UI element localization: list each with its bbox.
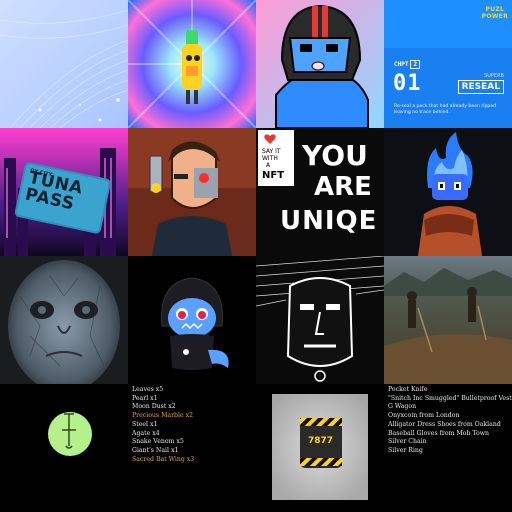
puzl-logo-bottom: POWER <box>481 13 508 20</box>
nft-gallery-grid: PUZL POWER CHPT 2 01 SUPERB RESEAL Re-sea… <box>0 0 512 512</box>
ingredient-item: Steel x1 <box>132 420 158 428</box>
loot-item: Silver Ring <box>388 446 423 454</box>
ingredient-item: Pearl x1 <box>132 394 158 402</box>
nft-tile-helmeted-blue-creature[interactable] <box>256 0 384 128</box>
puzl-rarity: SUPERB <box>484 73 504 79</box>
hazard-box-label: 7877 <box>308 436 334 446</box>
blue-flame-creature-image <box>384 128 512 256</box>
loot-item: "Snitch Inc Smuggled" Bulletproof Vest f… <box>388 394 512 402</box>
hazard-box-image <box>256 384 384 512</box>
nft-tile-sketch-face[interactable] <box>256 256 384 384</box>
ingredient-item: Leaves x5 <box>132 386 164 393</box>
ingredient-item: Precious Marble x2 <box>132 412 194 420</box>
loot-item: Silver Chain <box>388 438 427 446</box>
puzl-chapter: CHPT 2 <box>394 60 421 69</box>
say-it-a: A <box>266 162 271 169</box>
puzl-card-name: RESEAL <box>457 80 504 94</box>
cyborg-gunman-image <box>128 128 256 256</box>
nft-tile-tuna-pass[interactable]: OX CITY TUNA PASS <box>0 128 128 256</box>
say-it-nft: NFT <box>262 170 285 181</box>
ingredient-item: Sacred Bat Wing x3 <box>132 455 195 463</box>
unique-line-unique: UNIQE <box>280 206 378 236</box>
unique-line-you: YOU <box>302 139 368 172</box>
loot-item: Baseball Gloves from Mob Town <box>388 429 490 437</box>
cracked-face-image <box>0 256 128 384</box>
loot-item: Alligator Dress Shoes from Oakland <box>388 420 501 428</box>
nft-tile-loot-list[interactable]: Pocket Knife "Snitch Inc Smuggled" Bullet… <box>384 384 512 512</box>
nft-tile-cyborg-gunman[interactable] <box>128 128 256 256</box>
green-glyph-image <box>0 384 128 512</box>
ingredient-list: Leaves x5 Pearl x1 Moon Dust x2 Precious Ma… <box>132 386 256 464</box>
nft-tile-cracked-face-portrait[interactable] <box>0 256 128 384</box>
nft-tile-puzl-card[interactable]: PUZL POWER CHPT 2 01 SUPERB RESEAL Re-sea… <box>384 0 512 128</box>
abstract-curves-image <box>0 0 128 128</box>
loot-list: Pocket Knife "Snitch Inc Smuggled" Bullet… <box>388 386 512 456</box>
puzl-logo: PUZL POWER <box>482 6 508 20</box>
hooded-shark-image <box>128 256 256 384</box>
farmers-field-image <box>384 256 512 384</box>
loot-item: Pocket Knife <box>388 386 428 393</box>
vape-character-image <box>128 0 256 128</box>
ingredient-item: Agate x4 <box>132 429 160 437</box>
puzl-logo-top: PUZL <box>485 6 505 13</box>
puzl-chapter-num: 2 <box>410 60 421 69</box>
sketch-face-image <box>256 256 384 384</box>
nft-tile-psychedelic-vape-character[interactable] <box>128 0 256 128</box>
nft-tile-hazard-box[interactable]: 7877 <box>256 384 384 512</box>
nft-tile-farmers-field[interactable] <box>384 256 512 384</box>
say-it-text: SAY IT WITH <box>262 148 281 162</box>
ingredient-item: Snake Venom x5 <box>132 438 184 446</box>
helmeted-creature-image <box>256 0 384 128</box>
puzl-description: Re-seal a pack that had already been rip… <box>394 104 497 115</box>
nft-tile-ingredient-list[interactable]: Leaves x5 Pearl x1 Moon Dust x2 Precious Ma… <box>128 384 256 512</box>
ingredient-item: Moon Dust x2 <box>132 403 176 411</box>
nft-tile-blue-flame-creature[interactable] <box>384 128 512 256</box>
ingredient-item: Giant's Nail x1 <box>132 446 179 454</box>
loot-item: Onyxcoin from London <box>388 412 460 420</box>
puzl-chapter-label: CHPT <box>394 61 409 68</box>
nft-tile-you-are-unique[interactable]: SAY IT WITH A NFT YOU ARE UNIQE <box>256 128 384 256</box>
nft-tile-abstract-blue-curves[interactable] <box>0 0 128 128</box>
unique-line-are: ARE <box>314 172 372 202</box>
puzl-card-number: 01 <box>393 71 422 96</box>
nft-tile-hooded-shark[interactable] <box>128 256 256 384</box>
loot-item: G Wagon <box>388 403 417 411</box>
nft-tile-green-glyph-circle[interactable] <box>0 384 128 512</box>
